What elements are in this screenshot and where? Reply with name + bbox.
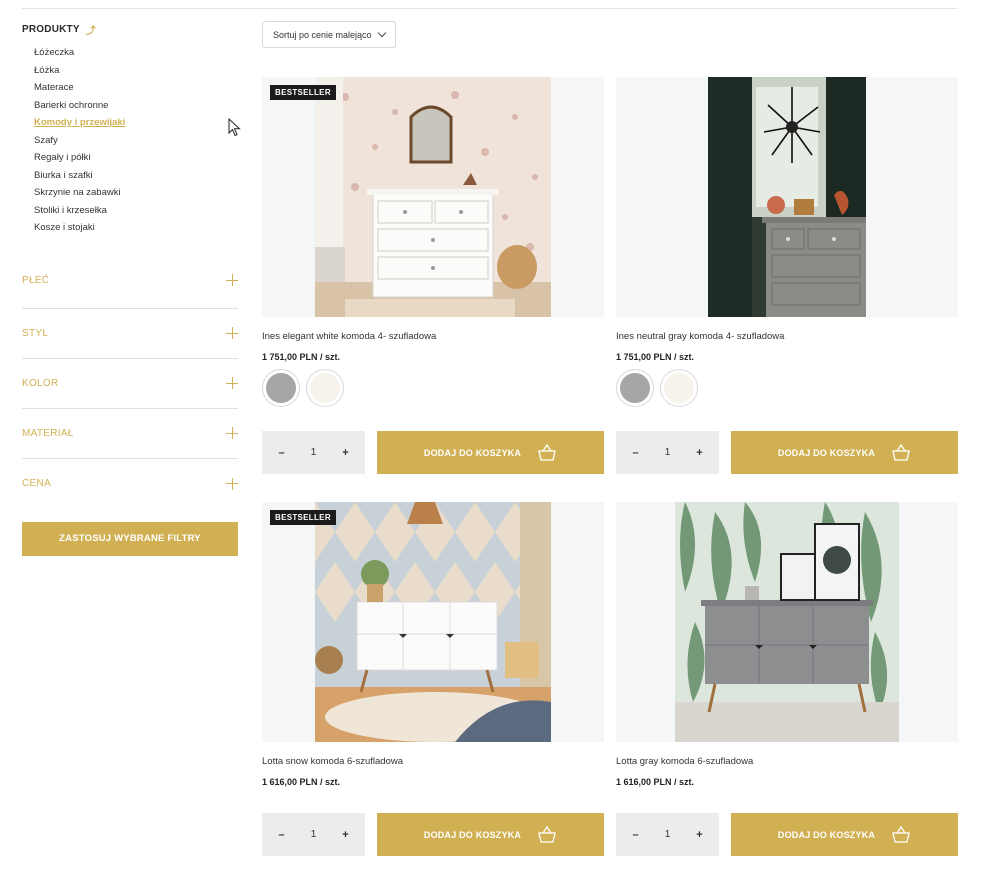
product-price: 1 751,00 PLN / szt. [262,352,341,362]
plus-icon[interactable] [226,427,238,439]
qty-value[interactable]: 1 [311,829,317,840]
filter-material[interactable]: MATERIAŁ [22,409,238,459]
swatch-white[interactable] [660,369,698,407]
qty-value[interactable]: 1 [665,447,671,458]
add-to-cart-label: DODAJ DO KOSZYKA [777,447,876,458]
category-item-komody-active[interactable]: Komody i przewijaki [34,116,238,134]
buy-row: – 1 + DODAJ DO KOSZYKA [616,431,958,474]
buy-row: – 1 + DODAJ DO KOSZYKA [262,813,604,856]
category-item-regaly[interactable]: Regały i półki [34,151,238,169]
product-price: 1 751,00 PLN / szt. [616,352,695,362]
quantity-stepper: – 1 + [262,813,365,856]
plus-icon[interactable] [226,274,238,286]
product-card: Ines neutral gray komoda 4- szufladowa 1… [616,77,958,474]
category-item-lozka[interactable]: Łóżka [34,64,238,82]
plus-icon[interactable] [226,477,238,490]
qty-plus-button[interactable]: + [689,447,709,459]
filter-label: PŁEĆ [22,274,50,286]
product-image[interactable]: BESTSELLER [262,77,604,317]
product-photo-white-lotta-dresser [315,502,551,742]
bestseller-badge: BESTSELLER [270,510,336,525]
category-item-biurka[interactable]: Biurka i szafki [34,169,238,187]
qty-plus-button[interactable]: + [335,447,355,459]
top-divider [22,8,957,9]
category-item-materace[interactable]: Materace [34,81,238,99]
category-item-stoliki[interactable]: Stoliki i krzesełka [34,204,238,222]
qty-plus-button[interactable]: + [689,829,709,841]
swatch-gray[interactable] [262,369,300,407]
product-name[interactable]: Lotta gray komoda 6-szufladowa [616,756,958,768]
filter-styl[interactable]: STYL [22,309,238,359]
product-name[interactable]: Ines elegant white komoda 4- szufladowa [262,331,604,343]
color-swatches [616,369,958,407]
filter-kolor[interactable]: KOLOR [22,359,238,409]
arrow-up-icon: ⤴ [85,25,96,37]
product-name[interactable]: Ines neutral gray komoda 4- szufladowa [616,331,958,343]
sort-label: Sortuj po cenie malejąco [273,29,372,40]
basket-icon [892,825,910,843]
category-item-kosze[interactable]: Kosze i stojaki [34,221,238,239]
add-to-cart-button[interactable]: DODAJ DO KOSZYKA [731,431,958,474]
filter-cena[interactable]: CENA [22,459,238,509]
category-item-szafy[interactable]: Szafy [34,134,238,152]
category-header[interactable]: PRODUKTY ⤴ [22,22,238,37]
color-swatches [262,369,604,407]
mouse-pointer-icon [228,118,241,137]
add-to-cart-label: DODAJ DO KOSZYKA [423,447,522,458]
plus-icon[interactable] [226,377,238,389]
quantity-stepper: – 1 + [616,431,719,474]
product-price: 1 616,00 PLN / szt. [262,777,341,787]
sort-dropdown[interactable]: Sortuj po cenie malejąco [262,21,396,48]
plus-icon[interactable] [226,327,238,339]
filter-label: MATERIAŁ [22,427,74,439]
filter-sidebar: PRODUKTY ⤴ Łóżeczka Łóżka Materace Barie… [22,22,238,556]
category-list: Łóżeczka Łóżka Materace Barierki ochronn… [22,46,238,239]
basket-icon [892,443,910,461]
buy-row: – 1 + DODAJ DO KOSZYKA [262,431,604,474]
add-to-cart-button[interactable]: DODAJ DO KOSZYKA [377,813,604,856]
filter-label: STYL [22,327,49,339]
product-name[interactable]: Lotta snow komoda 6-szufladowa [262,756,604,768]
product-photo-gray-dresser [708,77,866,317]
product-photo-gray-lotta-dresser [675,502,899,742]
buy-row: – 1 + DODAJ DO KOSZYKA [616,813,958,856]
filter-plec[interactable]: PŁEĆ [22,253,238,309]
product-photo-white-dresser [315,77,551,317]
qty-minus-button[interactable]: – [272,829,292,841]
qty-minus-button[interactable]: – [272,447,292,459]
bestseller-badge: BESTSELLER [270,85,336,100]
filter-label: CENA [22,478,51,489]
swatch-gray[interactable] [616,369,654,407]
swatch-white[interactable] [306,369,344,407]
category-item-skrzynie[interactable]: Skrzynie na zabawki [34,186,238,204]
category-item-lozeczka[interactable]: Łóżeczka [34,46,238,64]
filter-label: KOLOR [22,377,59,389]
add-to-cart-button[interactable]: DODAJ DO KOSZYKA [377,431,604,474]
basket-icon [538,443,556,461]
filter-group-list: PŁEĆ STYL KOLOR MATERIAŁ CENA [22,253,238,509]
product-image[interactable] [616,77,958,317]
chevron-down-icon [377,28,387,38]
product-image[interactable]: BESTSELLER [262,502,604,742]
qty-plus-button[interactable]: + [335,829,355,841]
product-card: BESTSELLER Lotta snow komoda 6-szufladow… [262,502,604,856]
product-image[interactable] [616,502,958,742]
basket-icon [538,825,556,843]
quantity-stepper: – 1 + [262,431,365,474]
qty-minus-button[interactable]: – [626,447,646,459]
apply-filters-button[interactable]: ZASTOSUJ WYBRANE FILTRY [22,521,238,556]
product-price: 1 616,00 PLN / szt. [616,777,695,787]
qty-minus-button[interactable]: – [626,829,646,841]
qty-value[interactable]: 1 [311,447,317,458]
add-to-cart-button[interactable]: DODAJ DO KOSZYKA [731,813,958,856]
category-item-barierki[interactable]: Barierki ochronne [34,99,238,117]
product-card: Lotta gray komoda 6-szufladowa 1 616,00 … [616,502,958,856]
quantity-stepper: – 1 + [616,813,719,856]
category-title: PRODUKTY [22,23,80,35]
add-to-cart-label: DODAJ DO KOSZYKA [777,829,876,840]
product-card: BESTSELLER Ines elegant white komoda 4- … [262,77,604,474]
qty-value[interactable]: 1 [665,829,671,840]
add-to-cart-label: DODAJ DO KOSZYKA [423,829,522,840]
